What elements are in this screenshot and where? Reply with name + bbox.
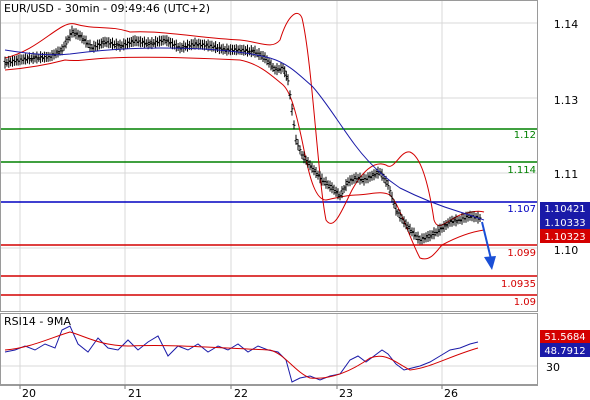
x-tick-label: 21 <box>128 387 142 400</box>
x-tick-label: 23 <box>339 387 353 400</box>
level-label: 1.12 <box>514 130 536 141</box>
x-tick-label: 22 <box>234 387 248 400</box>
y-tick-label: 1.10 <box>554 244 579 257</box>
chart-title: EUR/USD - 30min - 09:49:46 (UTC+2) <box>4 2 210 15</box>
y-tick-label: 1.13 <box>554 94 579 107</box>
level-label: 1.09 <box>514 297 536 308</box>
rsi-title: RSI14 - 9MA <box>4 315 71 328</box>
level-label: 1.0935 <box>501 279 536 290</box>
rsi-tick-label: 30 <box>546 361 560 374</box>
price-badges: 1.10421 1.10333 1.10323 <box>540 202 590 243</box>
rsi-value-badge-text: 48.7912 <box>544 346 585 357</box>
level-label: 1.099 <box>507 248 536 259</box>
badge-red-text: 1.10323 <box>544 232 585 243</box>
y-tick-label: 1.11 <box>554 168 579 181</box>
y-tick-label: 1.14 <box>554 18 579 31</box>
price-chart: EUR/USD - 30min - 09:49:46 (UTC+2) 1.14 … <box>0 0 590 400</box>
badge-blue-text: 1.10421 <box>544 204 585 215</box>
x-tick-label: 20 <box>22 387 36 400</box>
level-label: 1.114 <box>507 165 536 176</box>
level-label: 1.107 <box>507 204 536 215</box>
badge-dark-text: 1.10333 <box>544 218 585 229</box>
rsi-ma-badge-text: 51.5684 <box>544 332 585 343</box>
x-tick-label: 26 <box>444 387 458 400</box>
